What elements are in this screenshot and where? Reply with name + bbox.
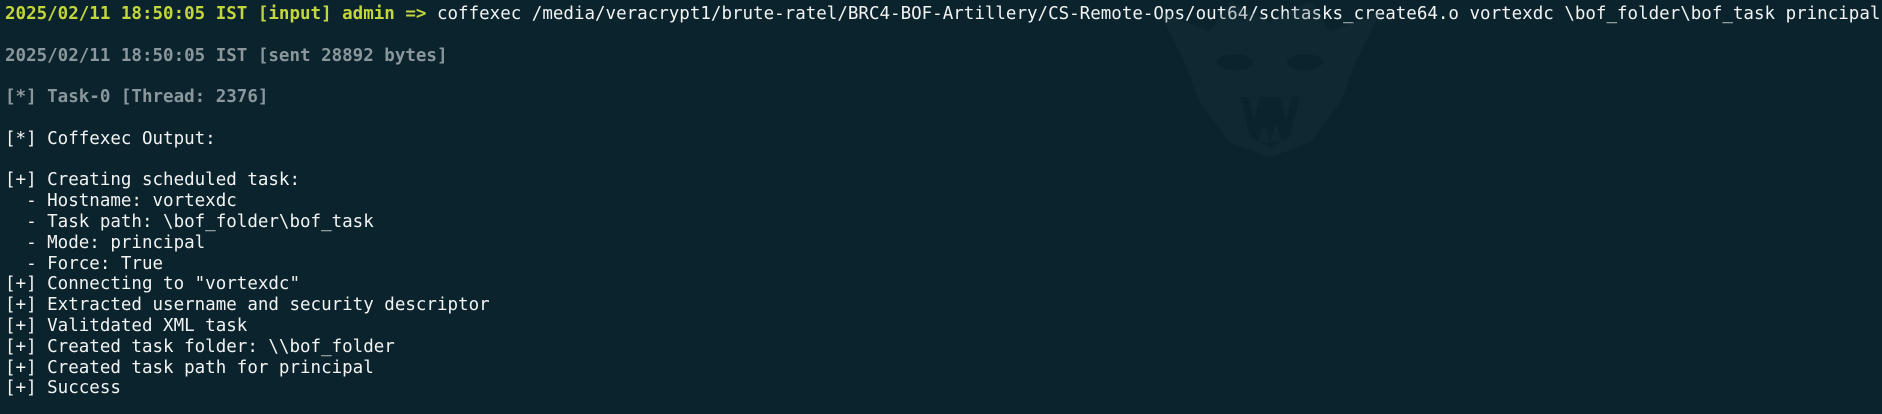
output-line: [+] Valitdated XML task (5, 315, 248, 336)
task-thread-line: [*] Task-0 [Thread: 2376] (5, 87, 269, 108)
input-prompt: 2025/02/11 18:50:05 IST [input] admin => (5, 4, 427, 24)
output-line: - Mode: principal (5, 232, 206, 253)
output-line: - Hostname: vortexdc (5, 191, 237, 212)
output-line: [+] Success (5, 378, 121, 399)
output-line: - Force: True (5, 253, 164, 274)
input-command: coffexec /media/veracrypt1/brute-ratel/B… (436, 4, 1882, 24)
input-command-line: 2025/02/11 18:50:05 IST [input] admin =>… (5, 4, 1882, 25)
output-line: [+] Connecting to "vortexdc" (5, 274, 301, 295)
output-line: [+] Created task path for principal (5, 357, 374, 378)
output-line: [+] Extracted username and security desc… (5, 295, 490, 316)
output-line: [+] Created task folder: \\bof_folder (5, 336, 395, 357)
output-line: - Task path: \bof_folder\bof_task (5, 211, 374, 232)
output-line: [+] Creating scheduled task: (5, 170, 301, 191)
terminal-window[interactable]: 2025/02/11 18:50:05 IST [input] admin =>… (0, 0, 1882, 414)
output-header: [*] Coffexec Output: (5, 128, 216, 149)
sent-bytes-line: 2025/02/11 18:50:05 IST [sent 28892 byte… (5, 45, 448, 66)
